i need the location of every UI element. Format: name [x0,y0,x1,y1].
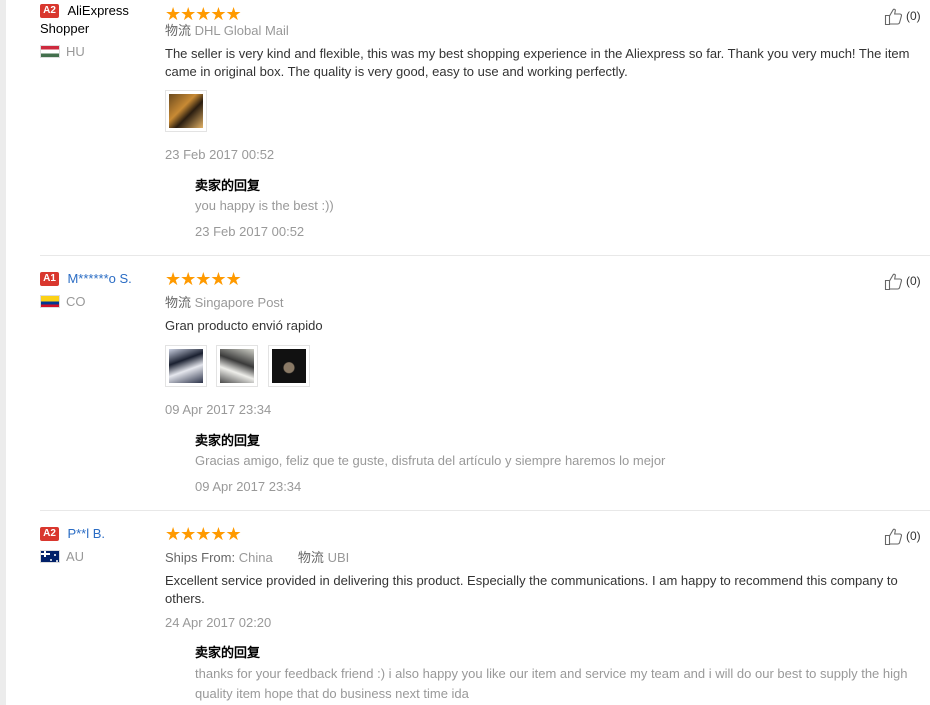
review-item: A1 M******o S. CO ★★★★★ 物流 Singapore Pos… [0,256,930,511]
reviewer-country: HU [40,44,155,60]
seller-reply-title: 卖家的回复 [195,178,261,193]
ships-from-value: China [238,550,273,565]
buyer-level-badge: A1 [40,272,59,286]
thumbs-up-icon [884,273,903,291]
shipping-label: 物流 [165,295,192,310]
review-photos [165,90,212,132]
reviewer-country: CO [40,294,155,310]
review-date: 24 Apr 2017 02:20 [165,615,272,630]
ships-from-label: Ships From: [165,550,236,565]
seller-reply-date: 09 Apr 2017 23:34 [195,479,302,494]
shipping-info: Ships From: China 物流 UBI [165,547,349,566]
seller-reply-text: Gracias amigo, feliz que te guste, disfr… [195,453,666,468]
seller-reply-title: 卖家的回复 [195,433,261,448]
buyer-level-badge: A2 [40,527,59,541]
helpful-button[interactable]: (0) [884,526,930,546]
seller-reply-text: you happy is the best :)) [195,198,334,213]
colombia-flag-icon [40,295,60,308]
helpful-count: (0) [906,529,921,543]
reviewer-info: A2 AliExpress Shopper HU [40,2,155,60]
review-text: The seller is very kind and flexible, th… [165,46,910,79]
review-photo-thumbnail[interactable] [165,345,207,387]
buyer-level-badge: A2 [40,4,59,18]
seller-reply-date: 23 Feb 2017 00:52 [195,224,305,239]
seller-reply-title: 卖家的回复 [195,645,261,660]
review-photos [165,345,315,387]
reviewer-name[interactable]: M******o S. [67,271,131,286]
shipping-info: 物流 DHL Global Mail [165,20,289,39]
thumbs-up-icon [884,528,903,546]
seller-reply-text: thanks for your feedback friend :) i als… [195,666,908,701]
review-text: Excellent service provided in delivering… [165,573,898,606]
hungary-flag-icon [40,45,60,58]
review-item: A2 P**l B. AU ★★★★★ Ships From: China 物流… [0,511,930,705]
country-code: AU [66,549,85,564]
review-date: 23 Feb 2017 00:52 [165,147,275,162]
shipping-label: 物流 [297,550,324,565]
rating-stars: ★★★★★ [165,269,242,289]
shipping-label: 物流 [165,23,192,38]
country-code: HU [66,44,85,59]
reviewer-country: AU [40,549,155,565]
review-text: Gran producto envió rapido [165,318,323,333]
helpful-count: (0) [906,9,921,23]
shipping-method: UBI [327,550,350,565]
review-item: A2 AliExpress Shopper HU ★★★★★ 物流 DHL Gl… [0,0,930,256]
shipping-info: 物流 Singapore Post [165,292,284,311]
shipping-method: DHL Global Mail [194,23,289,38]
reviewer-name[interactable]: P**l B. [67,526,105,541]
review-photo-thumbnail[interactable] [267,345,310,387]
helpful-button[interactable]: (0) [884,271,930,291]
reviewer-info: A1 M******o S. CO [40,270,155,310]
helpful-count: (0) [906,274,921,288]
rating-stars: ★★★★★ [165,524,242,544]
reviewer-info: A2 P**l B. AU [40,525,155,565]
shipping-method: Singapore Post [194,295,284,310]
thumbs-up-icon [884,8,903,26]
review-photo-thumbnail[interactable] [216,345,259,387]
australia-flag-icon [40,550,60,563]
review-date: 09 Apr 2017 23:34 [165,402,272,417]
country-code: CO [66,294,86,309]
review-photo-thumbnail[interactable] [165,90,207,132]
helpful-button[interactable]: (0) [884,6,930,26]
